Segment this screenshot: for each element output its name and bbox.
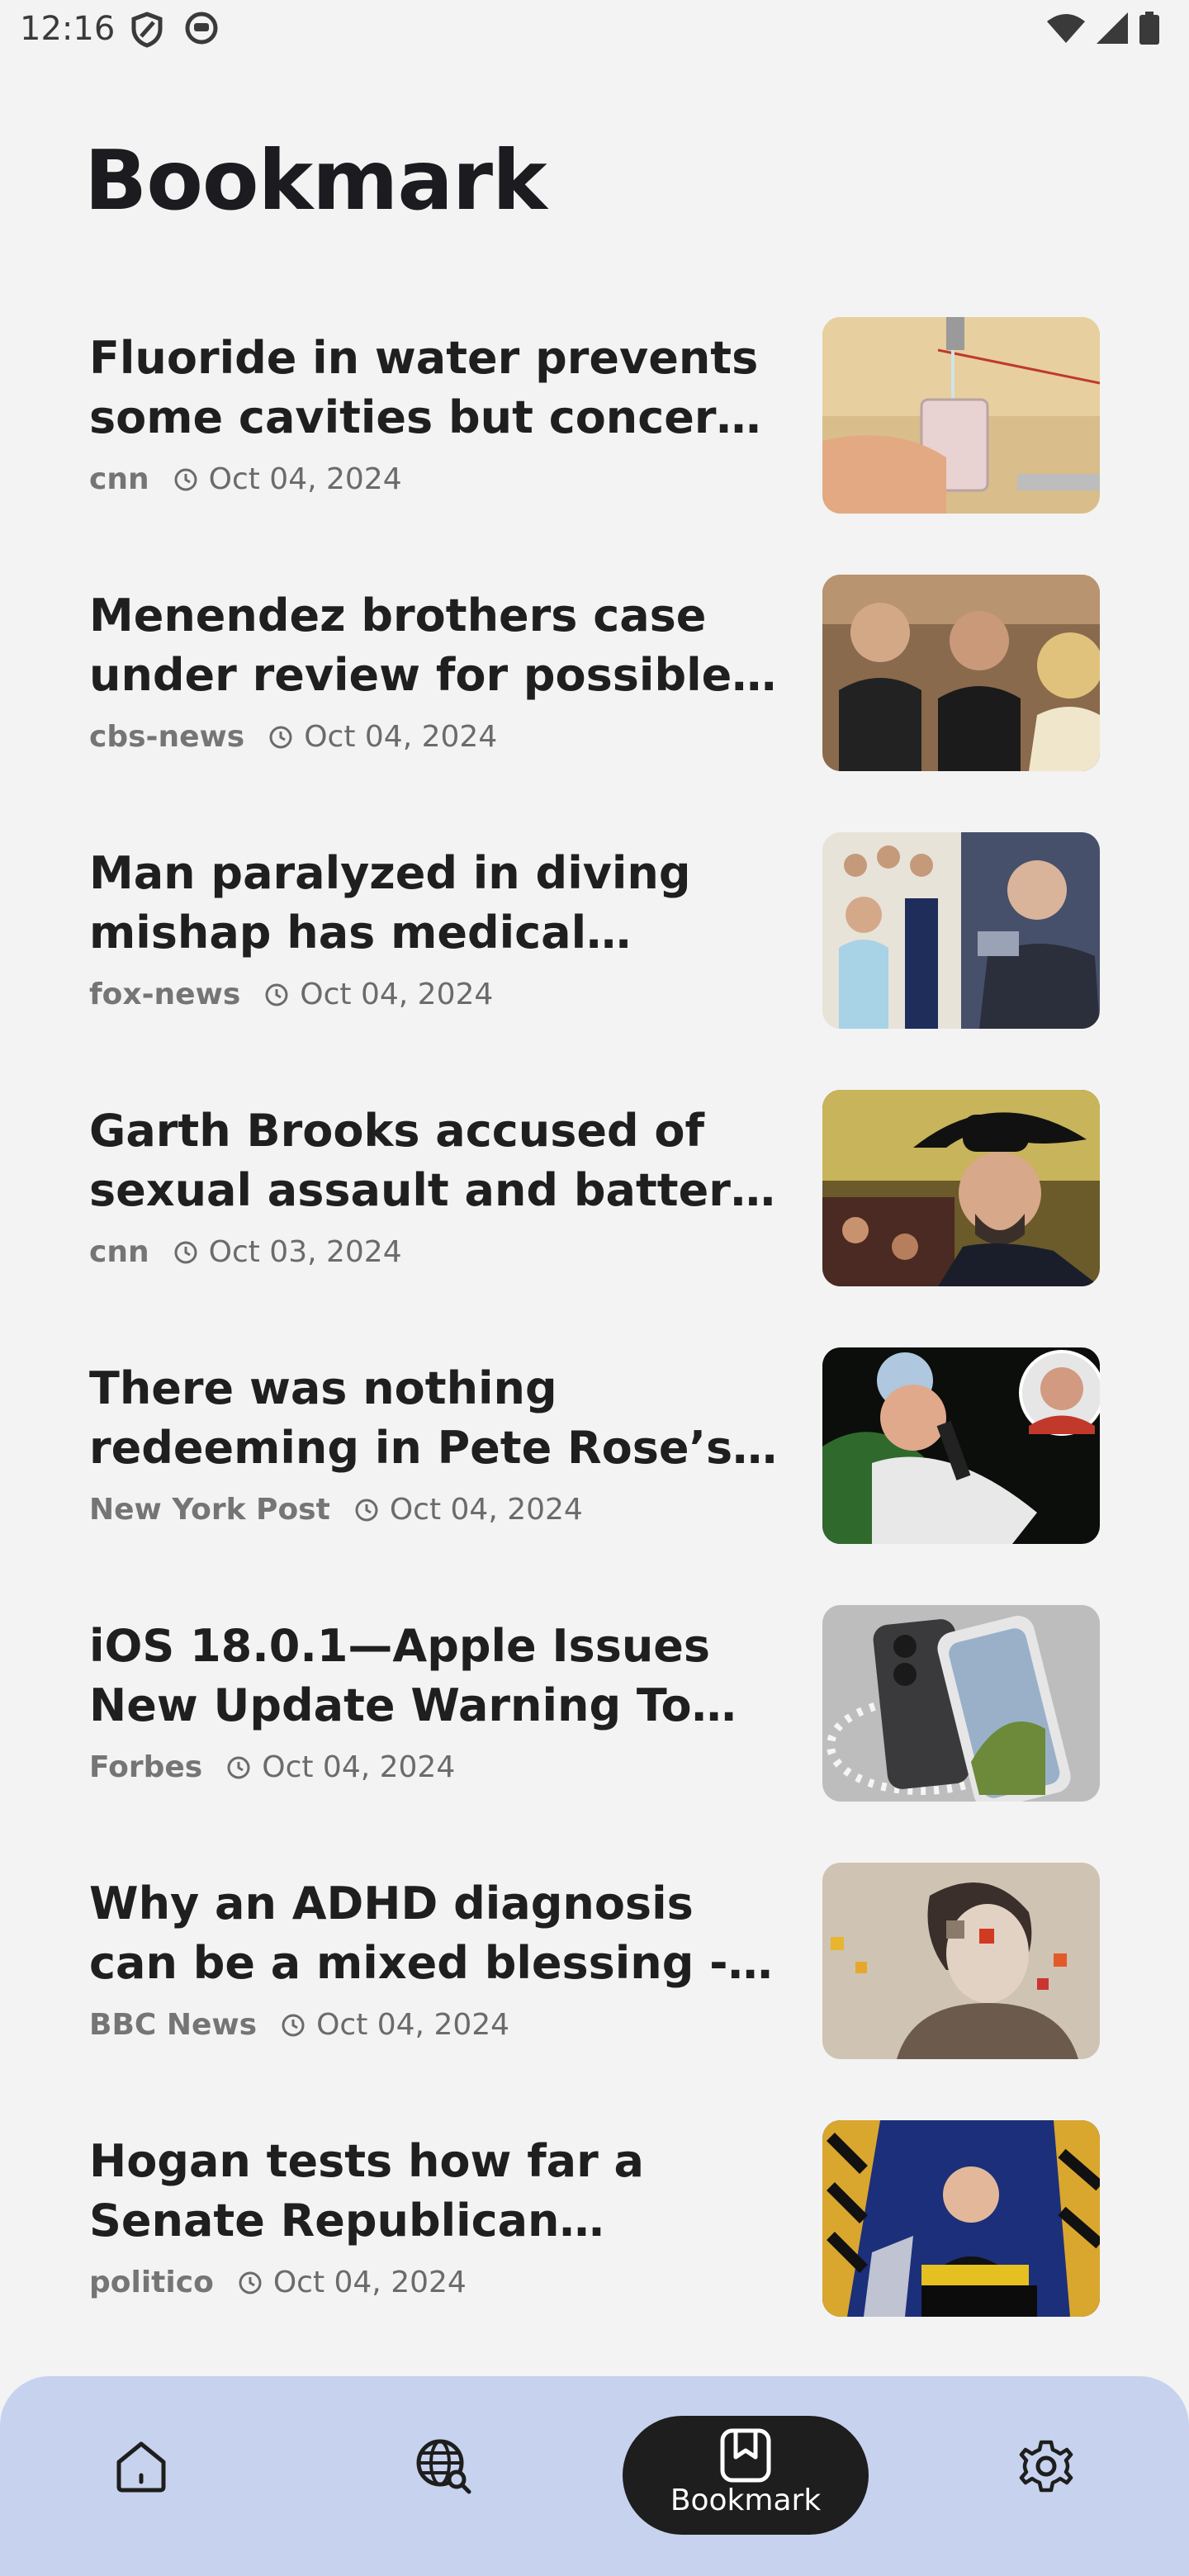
gear-icon	[1017, 2437, 1075, 2499]
article-date: Oct 04, 2024	[262, 1750, 456, 1784]
clock-icon	[173, 1239, 199, 1266]
article-source: cnn	[89, 1235, 149, 1269]
article-meta: cnn Oct 04, 2024	[89, 462, 402, 496]
globe-search-icon	[414, 2436, 473, 2500]
clock-icon	[237, 2270, 263, 2296]
home-icon	[112, 2437, 170, 2499]
article-source: fox-news	[89, 978, 241, 1011]
article-source: New York Post	[89, 1493, 330, 1527]
clock-icon	[268, 724, 294, 751]
article-date: Oct 04, 2024	[316, 2008, 510, 2042]
article-source: Forbes	[89, 1750, 203, 1784]
article-thumbnail	[822, 832, 1100, 1029]
bottom-navigation: Bookmark	[0, 2376, 1189, 2576]
article-thumbnail	[822, 317, 1100, 514]
list-item[interactable]: Why an ADHD diagnosis can be a mixed ble…	[0, 1863, 1189, 2120]
article-meta: Forbes Oct 04, 2024	[89, 1750, 455, 1784]
article-source: cnn	[89, 462, 149, 496]
status-time: 12:16	[20, 10, 116, 48]
article-date: Oct 04, 2024	[272, 2266, 467, 2299]
clock-icon	[353, 1497, 380, 1523]
wifi-icon	[1047, 13, 1085, 47]
nav-explore[interactable]	[398, 2422, 489, 2513]
article-date: Oct 04, 2024	[300, 978, 494, 1011]
shield-icon	[130, 12, 163, 52]
article-thumbnail	[822, 1605, 1100, 1802]
article-title: Menendez brothers case under review for …	[89, 590, 732, 701]
list-item[interactable]: Fluoride in water prevents some cavities…	[0, 317, 1189, 575]
page-title: Bookmark	[84, 132, 547, 229]
list-item[interactable]: Man paralyzed in diving mishap has medic…	[0, 832, 1189, 1090]
article-title: There was nothing redeeming in Pete Rose…	[89, 1362, 733, 1474]
article-title: iOS 18.0.1—Apple Issues New Update Warni…	[89, 1620, 711, 1731]
battery-icon	[1139, 12, 1159, 49]
article-date: Oct 04, 2024	[389, 1493, 583, 1527]
article-title: Fluoride in water prevents some cavities…	[89, 332, 759, 443]
article-thumbnail	[822, 1347, 1100, 1544]
article-title: Man paralyzed in diving mishap has medic…	[89, 847, 691, 959]
list-item[interactable]: Menendez brothers case under review for …	[0, 575, 1189, 832]
clock-icon	[263, 982, 290, 1008]
article-thumbnail	[822, 1863, 1100, 2059]
article-thumbnail	[822, 575, 1100, 771]
status-bar: 12:16	[0, 0, 1189, 59]
article-meta: fox-news Oct 04, 2024	[89, 978, 493, 1011]
article-date: Oct 04, 2024	[304, 720, 498, 754]
list-item[interactable]: iOS 18.0.1—Apple Issues New Update Warni…	[0, 1605, 1189, 1863]
bookmark-icon	[718, 2427, 774, 2488]
article-title: Why an ADHD diagnosis can be a mixed ble…	[89, 1878, 728, 1989]
list-item[interactable]: Garth Brooks accused of sexual assault a…	[0, 1090, 1189, 1347]
clock-icon	[280, 2012, 306, 2039]
article-date: Oct 03, 2024	[208, 1235, 402, 1269]
article-date: Oct 04, 2024	[208, 462, 402, 496]
article-meta: BBC News Oct 04, 2024	[89, 2008, 509, 2042]
list-item[interactable]: Hogan tests how far a Senate Republican …	[0, 2120, 1189, 2378]
clock-icon	[173, 466, 199, 493]
article-meta: New York Post Oct 04, 2024	[89, 1493, 583, 1527]
article-source: politico	[89, 2266, 214, 2299]
article-title: Hogan tests how far a Senate Republican …	[89, 2135, 644, 2247]
article-meta: politico Oct 04, 2024	[89, 2266, 467, 2299]
clock-icon	[225, 1754, 252, 1781]
bookmark-list: Fluoride in water prevents some cavities…	[0, 317, 1189, 2378]
signal-icon	[1097, 12, 1128, 48]
nav-settings[interactable]	[1001, 2422, 1092, 2513]
article-title: Garth Brooks accused of sexual assault a…	[89, 1105, 760, 1216]
nav-bookmark[interactable]: Bookmark	[623, 2416, 869, 2535]
article-meta: cnn Oct 03, 2024	[89, 1235, 402, 1269]
list-item[interactable]: There was nothing redeeming in Pete Rose…	[0, 1347, 1189, 1605]
article-thumbnail	[822, 1090, 1100, 1286]
assistant-icon	[185, 12, 218, 52]
article-thumbnail	[822, 2120, 1100, 2317]
article-source: cbs-news	[89, 720, 245, 754]
nav-home[interactable]	[96, 2422, 187, 2513]
article-source: BBC News	[89, 2008, 258, 2042]
article-meta: cbs-news Oct 04, 2024	[89, 720, 497, 754]
nav-bookmark-label: Bookmark	[670, 2484, 822, 2517]
